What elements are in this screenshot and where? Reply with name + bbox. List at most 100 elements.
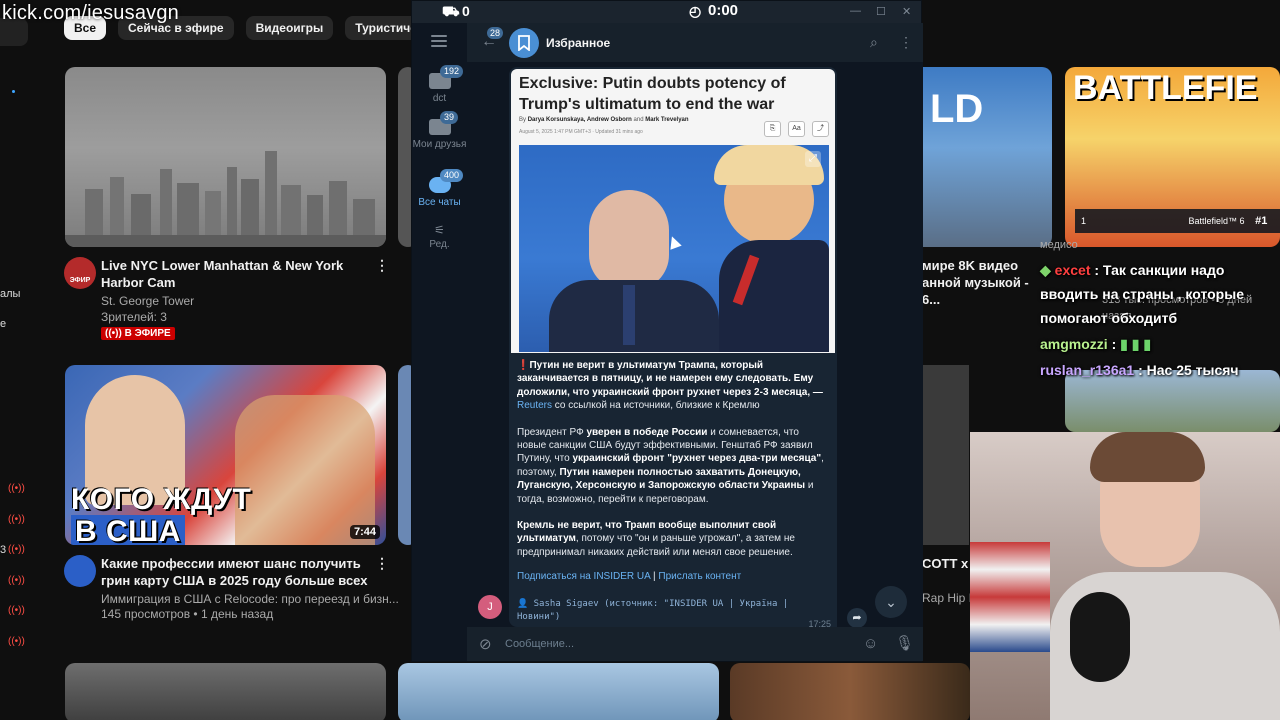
viewer-icon: ⛟: [442, 3, 460, 19]
viewer-count: 0: [462, 3, 470, 19]
emoji-icon[interactable]: ☺: [863, 635, 878, 652]
chip-videogames[interactable]: Видеоигры: [245, 16, 334, 40]
article-screenshot[interactable]: Exclusive: Putin doubts potency of Trump…: [511, 69, 835, 353]
post-paragraph: Кремль не верит, что Трамп вообще выполн…: [517, 519, 827, 559]
rail-dot: [12, 90, 15, 93]
folder-all-chats[interactable]: 400 Все чаты: [412, 169, 467, 208]
live-icon: ((•)): [8, 514, 25, 525]
video-title[interactable]: Какие профессии имеют шанс получить грин…: [101, 555, 371, 589]
microphone-icon[interactable]: 🎙: [895, 634, 914, 652]
maximize-icon[interactable]: ☐: [876, 5, 886, 18]
chat-text: :: [1111, 336, 1117, 352]
bold-text: Путин намерен полностью захватить Донецк…: [517, 466, 806, 492]
menu-icon[interactable]: [431, 35, 447, 50]
video-thumbnail[interactable]: BATTLEFIE 1 Battlefield™ 6 #1: [1065, 67, 1280, 247]
scroll-down-icon[interactable]: ⌄: [875, 586, 907, 618]
video-thumbnail[interactable]: [922, 365, 969, 545]
emote-icon: ▮ ▮ ▮: [1120, 336, 1152, 352]
search-icon[interactable]: ⌕: [870, 34, 878, 51]
thumbnail-text: BATTLEFIE: [1073, 69, 1258, 107]
chat-username: excet: [1054, 262, 1091, 278]
channel-name[interactable]: Иммиграция в США с Relocode: про переезд…: [101, 591, 399, 607]
unread-badge: 192: [440, 65, 464, 78]
article-date: August 5, 2025 1:47 PM GMT+3 · Updated 3…: [519, 129, 643, 135]
more-options-icon[interactable]: ⋮: [375, 555, 389, 572]
user-icon: 👤: [517, 599, 529, 609]
subscribe-link[interactable]: Подписаться на INSIDER UA: [517, 571, 650, 582]
channel-name[interactable]: St. George Tower: [101, 293, 194, 309]
video-title[interactable]: Live NYC Lower Manhattan & New York Harb…: [101, 257, 363, 291]
stream-chat: ◆ excet : Так санкции надо вводить на ст…: [1040, 258, 1280, 384]
folder-edit[interactable]: ⚟ Ред.: [412, 224, 467, 250]
video-thumbnail[interactable]: [65, 663, 386, 720]
channel-avatar[interactable]: ЭФИР: [64, 257, 96, 289]
more-options-icon[interactable]: ⋮: [899, 34, 913, 51]
channel-avatar[interactable]: [64, 555, 96, 587]
stream-watermark: kick.com/iesusavgn: [2, 2, 179, 24]
thumbnail-family: [235, 395, 375, 545]
source-text: Sasha Sigaev (источник: "INSIDER UA | Ук…: [517, 599, 789, 622]
folder-label: dct: [432, 93, 447, 104]
message-list: Exclusive: Putin doubts potency of Trump…: [467, 63, 923, 627]
message-bubble[interactable]: Exclusive: Putin doubts potency of Trump…: [509, 67, 837, 627]
plain-text: со ссылкой на источники, близкие к Кремл…: [554, 400, 760, 412]
share-icon: ⤴: [812, 121, 829, 137]
article-title: Exclusive: Putin doubts potency of Trump…: [519, 75, 786, 113]
video-meta: 145 просмотров • 1 день назад: [101, 607, 274, 621]
send-content-link[interactable]: Прислать контент: [658, 571, 741, 582]
rail-text: е: [0, 318, 7, 330]
live-icon: ((•)): [8, 636, 25, 647]
byline-authors: Darya Korsunskaya, Andrew Osborn: [527, 117, 632, 123]
video-duration: 7:44: [349, 525, 380, 539]
post-source: 👤 Sasha Sigaev (источник: "INSIDER UA | …: [517, 598, 817, 624]
reuters-link[interactable]: Reuters: [517, 400, 552, 411]
folder-dct[interactable]: 192 dct: [412, 65, 467, 104]
saved-messages-avatar[interactable]: [509, 28, 539, 58]
live-badge-label: В ЭФИРЕ: [124, 328, 171, 339]
video-thumbnail[interactable]: LD: [922, 67, 1052, 247]
chat-title[interactable]: Избранное: [546, 36, 610, 50]
post-paragraph: ❗Путин не верит в ультиматум Трампа, кот…: [517, 359, 827, 413]
window-titlebar: ⛟ 0 ◴ 0:00 — ☐ ✕: [412, 1, 921, 23]
avatar-label: ЭФИР: [69, 277, 91, 284]
live-icon: ((•)): [8, 575, 25, 586]
chat-username: amgmozzi: [1040, 336, 1108, 352]
link-separator: |: [653, 571, 656, 582]
live-icon: ((•)): [8, 605, 25, 616]
bookmark-icon: [518, 35, 530, 51]
minimize-icon[interactable]: —: [850, 5, 861, 17]
video-thumbnail[interactable]: [730, 663, 970, 720]
more-options-icon[interactable]: ⋮: [375, 257, 389, 274]
chat-message: ruslan_r136a1 : Нас 25 тысяч: [1040, 358, 1280, 382]
game-rank-bar: 1 Battlefield™ 6 #1: [1075, 209, 1280, 233]
post-links: Подписаться на INSIDER UA | Прислать кон…: [517, 571, 741, 582]
youtube-left-rail: алы е 3 ((•)) ((•)) ((•)) ((•)) ((•)) ((…: [0, 0, 30, 720]
forward-icon[interactable]: ➦: [847, 608, 867, 627]
thumbnail-text: В США: [71, 515, 185, 545]
timer-icon: ◴: [689, 3, 702, 19]
video-thumbnail[interactable]: [398, 663, 719, 720]
photo-person-left-face: [589, 190, 669, 290]
close-icon[interactable]: ✕: [902, 5, 911, 18]
flag-background: [970, 542, 1050, 652]
post-paragraph: Президент РФ уверен в победе России и со…: [517, 426, 827, 506]
rank-position: 1: [1081, 216, 1087, 226]
bold-text: уверен в победе России: [586, 426, 708, 438]
video-title[interactable]: мире 8K видео анной музыкой - 6...: [922, 257, 1037, 308]
chat-username: ruslan_r136a1: [1040, 362, 1135, 378]
video-thumbnail[interactable]: [65, 67, 386, 247]
timer-value: 0:00: [708, 2, 739, 19]
sender-avatar[interactable]: J: [478, 595, 502, 619]
post-body: ❗Путин не верит в ультиматум Трампа, кот…: [517, 359, 827, 572]
video-thumbnail[interactable]: КОГО ЖДУТ В США 7:44: [65, 365, 386, 545]
expand-icon[interactable]: ⤢: [805, 151, 821, 167]
streamer-hair: [1090, 432, 1205, 482]
bold-text: Путин не верит в ультиматум Трампа, кото…: [517, 360, 823, 398]
message-input[interactable]: [505, 633, 845, 655]
thumbnail-letters: LD: [930, 87, 984, 131]
live-icon: ((•)): [8, 483, 25, 494]
bold-text: украинский фронт "рухнет через два-три м…: [572, 453, 822, 465]
plain-text: Президент РФ: [517, 426, 584, 438]
attach-icon[interactable]: ⊘: [479, 635, 492, 653]
folder-friends[interactable]: 39 Мои друзья: [412, 111, 467, 150]
